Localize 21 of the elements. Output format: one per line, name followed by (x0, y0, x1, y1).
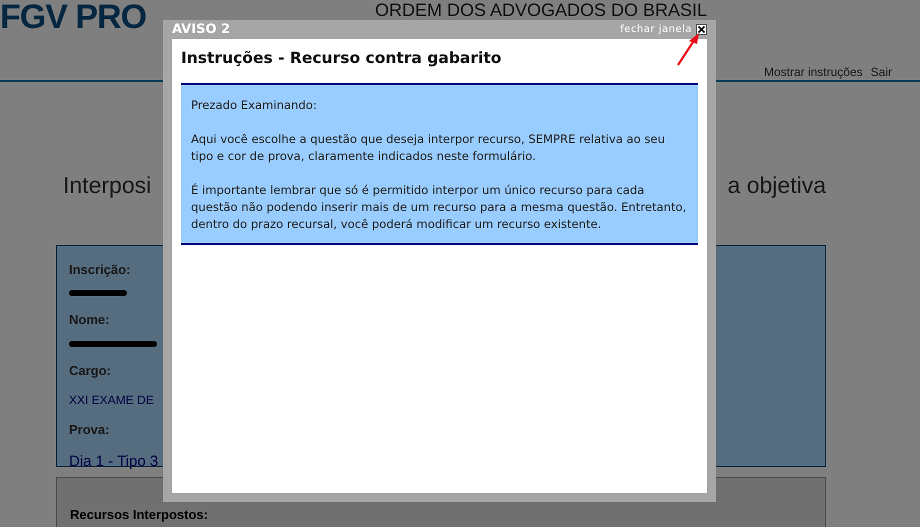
field-label: Prova: (69, 421, 110, 439)
field-label: Inscrição: (69, 260, 132, 279)
logo: FGV PRO (0, 0, 146, 34)
section-title: Recursos Interpostos: (70, 506, 208, 522)
field-label: Nome: (69, 311, 110, 329)
close-label: fechar janela (620, 23, 692, 37)
page-heading: a objetiva (728, 171, 826, 200)
redaction-mark (69, 290, 127, 296)
field-value: Dia 1 - Tipo 3 (69, 452, 160, 472)
paragraph: Prezado Examinando: (191, 97, 318, 114)
organization-title: ORDEM DOS ADVOGADOS DO BRASIL (375, 1, 708, 19)
field-label: Cargo: (69, 362, 112, 380)
dialog-title: Instruções - Recurso contra gabarito (181, 48, 502, 69)
page-heading: Interposi (63, 171, 152, 200)
field-value: XXI EXAME DE (69, 392, 155, 409)
window-title: AVISO 2 (172, 20, 230, 39)
nav-link[interactable]: Sair (870, 63, 892, 81)
nav-link[interactable]: Mostrar instruções (764, 63, 863, 81)
paragraph: Aqui você escolhe a questão que deseja interpor recurso, SEMPRE relativa ao seu tipo e cor de prova, claramente indicados neste formulário. (191, 131, 666, 166)
close-button[interactable] (696, 24, 707, 35)
paragraph: É importante lembrar que só é permitido interpor um único recurso para cada questão não podendo inserir mais de um recurso para a mesma questão. Entretanto, dentro do prazo recursal, você poderá modificar um recurso existente. (191, 182, 688, 234)
